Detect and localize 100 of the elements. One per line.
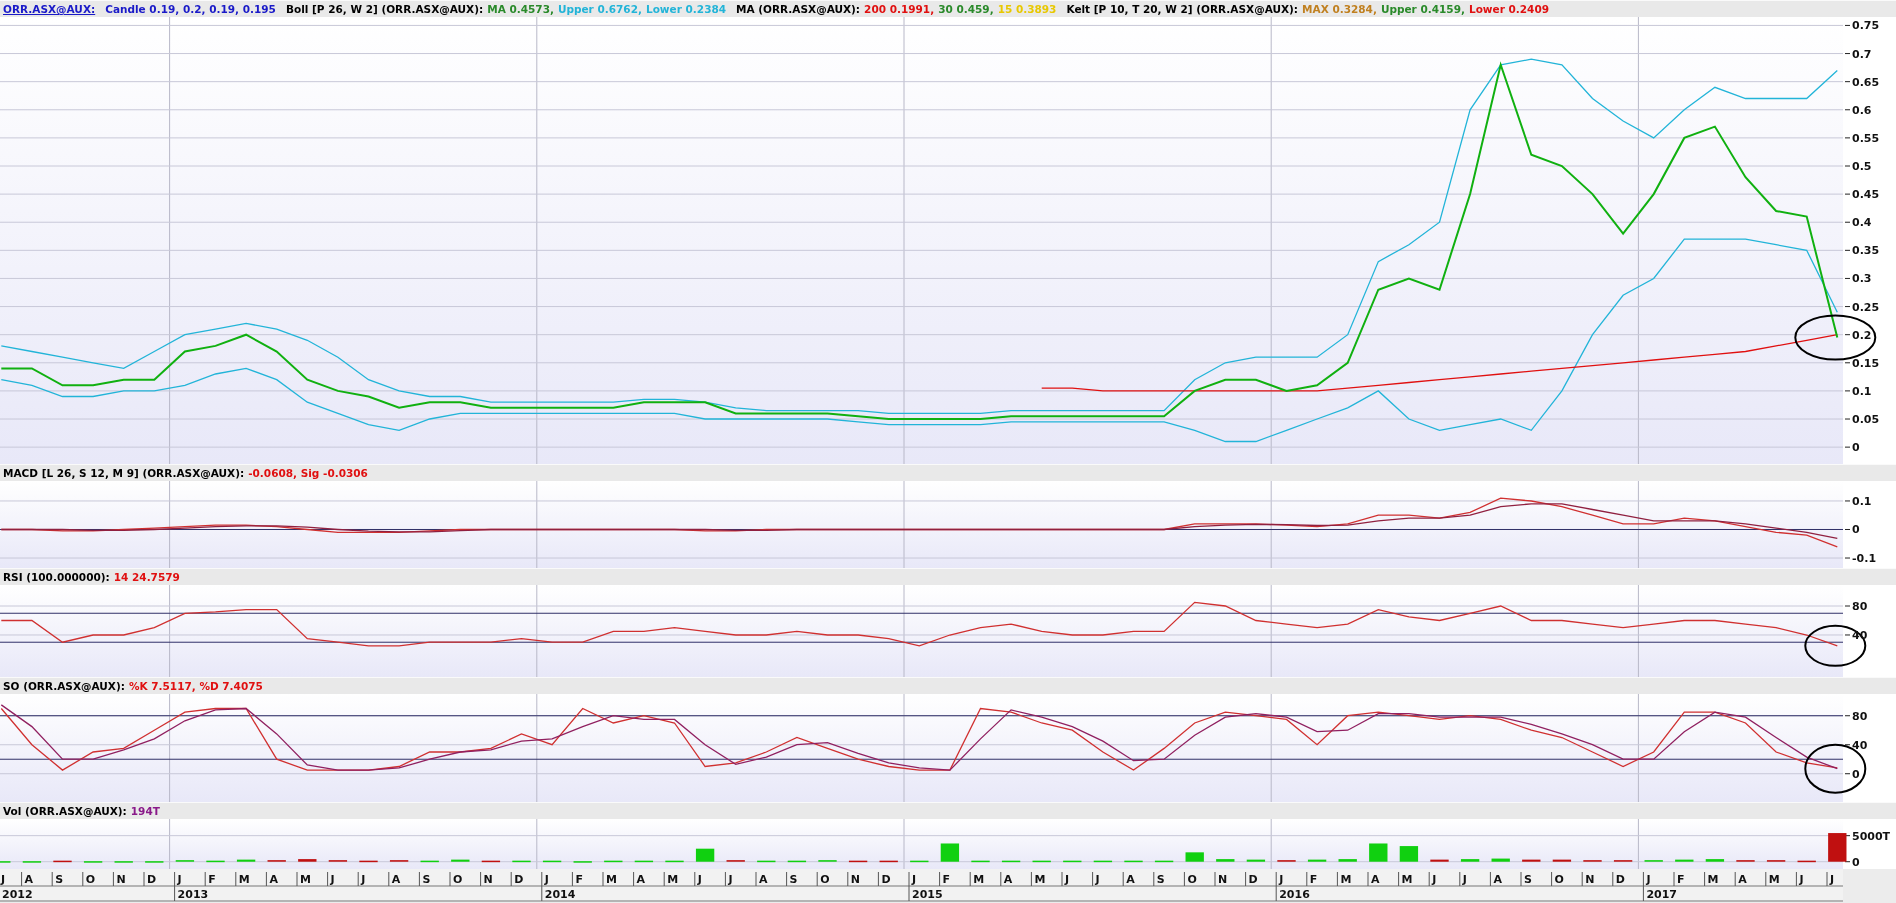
volume-bar [1093, 860, 1113, 863]
month-label: J [728, 873, 733, 886]
legend-text: Kelt [P 10, T 20, W 2] (ORR.ASX@AUX): [1066, 3, 1299, 15]
volume-bar [604, 860, 623, 863]
volume-bar [1705, 859, 1725, 862]
legend-text: MAX 0.3284, [1302, 3, 1377, 15]
volume-bar [665, 860, 684, 863]
axis-label: 0 [1852, 523, 1860, 537]
month-label: S [1524, 873, 1532, 886]
month-label: J [1, 873, 6, 886]
month-label: F [1677, 873, 1685, 886]
month-label: D [514, 873, 524, 886]
legend-text: -0.0608, Sig -0.0306 [248, 467, 368, 479]
month-label: O [1554, 873, 1564, 886]
month-label: M [238, 873, 250, 886]
volume-bar [206, 860, 225, 863]
year-label: 2017 [1646, 888, 1678, 901]
month-label: O [820, 873, 830, 886]
month-label: F [942, 873, 951, 886]
volume-bar [481, 860, 501, 863]
volume-bar [971, 860, 990, 863]
year-label: 2012 [2, 888, 33, 901]
month-label: J [1830, 873, 1835, 886]
legend-text: Upper 0.6762, [557, 3, 642, 15]
volume-bar [420, 860, 439, 863]
month-label: J [1432, 873, 1437, 886]
volume-bar [1154, 860, 1174, 863]
month-label: A [1371, 873, 1380, 886]
axis-label: 0.2 [1852, 328, 1872, 342]
month-label: S [55, 873, 64, 886]
month-label: F [208, 873, 216, 886]
legend-text: 30 0.459, [938, 3, 994, 15]
volume-bar [1307, 859, 1327, 862]
axis-label: 0.5 [1852, 160, 1872, 173]
month-label: O [453, 873, 463, 886]
volume-bar [910, 860, 929, 863]
month-label: M [300, 873, 311, 886]
month-label: N [1218, 873, 1228, 886]
month-label: A [269, 873, 278, 886]
month-label: J [1462, 873, 1467, 886]
month-label: J [177, 873, 182, 886]
axis-label: 0.25 [1852, 300, 1880, 314]
legend-text: 15 0.3893 [997, 3, 1057, 15]
axis-label: 0.05 [1852, 413, 1880, 426]
legend-text: 194T [130, 805, 160, 817]
volume-bar [1001, 860, 1021, 863]
volume-bar [1338, 859, 1357, 862]
axis-label: 0 [1852, 855, 1860, 869]
volume-bar [53, 860, 72, 863]
volume-bar [1522, 859, 1541, 862]
axis-label: 0.6 [1852, 103, 1872, 117]
volume-bar [1460, 859, 1480, 862]
axis-label: -0.1 [1852, 552, 1877, 565]
month-label: F [575, 873, 583, 886]
legend-text: %K 7.5117, %D 7.4075 [128, 680, 263, 692]
month-label: N [1585, 873, 1595, 886]
volume-bar [1828, 833, 1847, 862]
month-label: A [1003, 873, 1013, 886]
month-label: A [636, 873, 646, 886]
axis-label: 0 [1852, 441, 1860, 455]
year-label: 2016 [1279, 888, 1310, 901]
axis-label: 0.35 [1852, 244, 1880, 258]
month-label: J [330, 873, 335, 886]
month-label: M [606, 873, 617, 886]
year-label: 2015 [912, 888, 943, 901]
legend-text: Lower 0.2384 [645, 3, 727, 15]
month-label: J [1065, 873, 1070, 886]
year-label: 2013 [177, 888, 209, 901]
month-label: J [697, 873, 702, 886]
legend-text: Vol (ORR.ASX@AUX): [3, 805, 127, 817]
month-label: A [24, 873, 34, 886]
volume-bar [757, 860, 776, 863]
axis-label: 40 [1852, 738, 1868, 752]
axis-label: 0 [1852, 767, 1860, 781]
legend-text: Upper 0.4159, [1380, 3, 1465, 15]
month-label: J [361, 873, 366, 886]
volume-bar [634, 860, 654, 863]
volume-bar [236, 859, 256, 862]
symbol-link[interactable]: ORR.ASX@AUX: [3, 3, 96, 15]
axis-label: 0.3 [1852, 272, 1872, 286]
axis-label: 0.45 [1852, 188, 1880, 202]
legend-text: Boll [P 26, W 2] (ORR.ASX@AUX): [285, 3, 484, 15]
month-label: J [1279, 873, 1284, 886]
month-label: D [1248, 873, 1258, 886]
axis-label: 0.1 [1852, 494, 1872, 508]
volume-bar [1675, 859, 1694, 862]
month-label: M [1707, 873, 1719, 886]
legend-text: Candle 0.19, 0.2, 0.19, 0.195 [105, 3, 276, 15]
volume-bar [1797, 860, 1816, 863]
volume-bar [848, 860, 868, 863]
volume-bar [1552, 859, 1572, 862]
axis-label: 80 [1852, 709, 1868, 723]
legend-text: 200 0.1991, [864, 3, 935, 15]
volume-bar [359, 860, 378, 863]
month-label: S [1156, 873, 1165, 886]
axis-label: 0.65 [1852, 75, 1880, 89]
legend-text: MA (ORR.ASX@AUX): [736, 3, 861, 15]
month-label: F [1309, 873, 1318, 886]
month-label: N [116, 873, 126, 886]
month-label: A [1738, 873, 1747, 886]
